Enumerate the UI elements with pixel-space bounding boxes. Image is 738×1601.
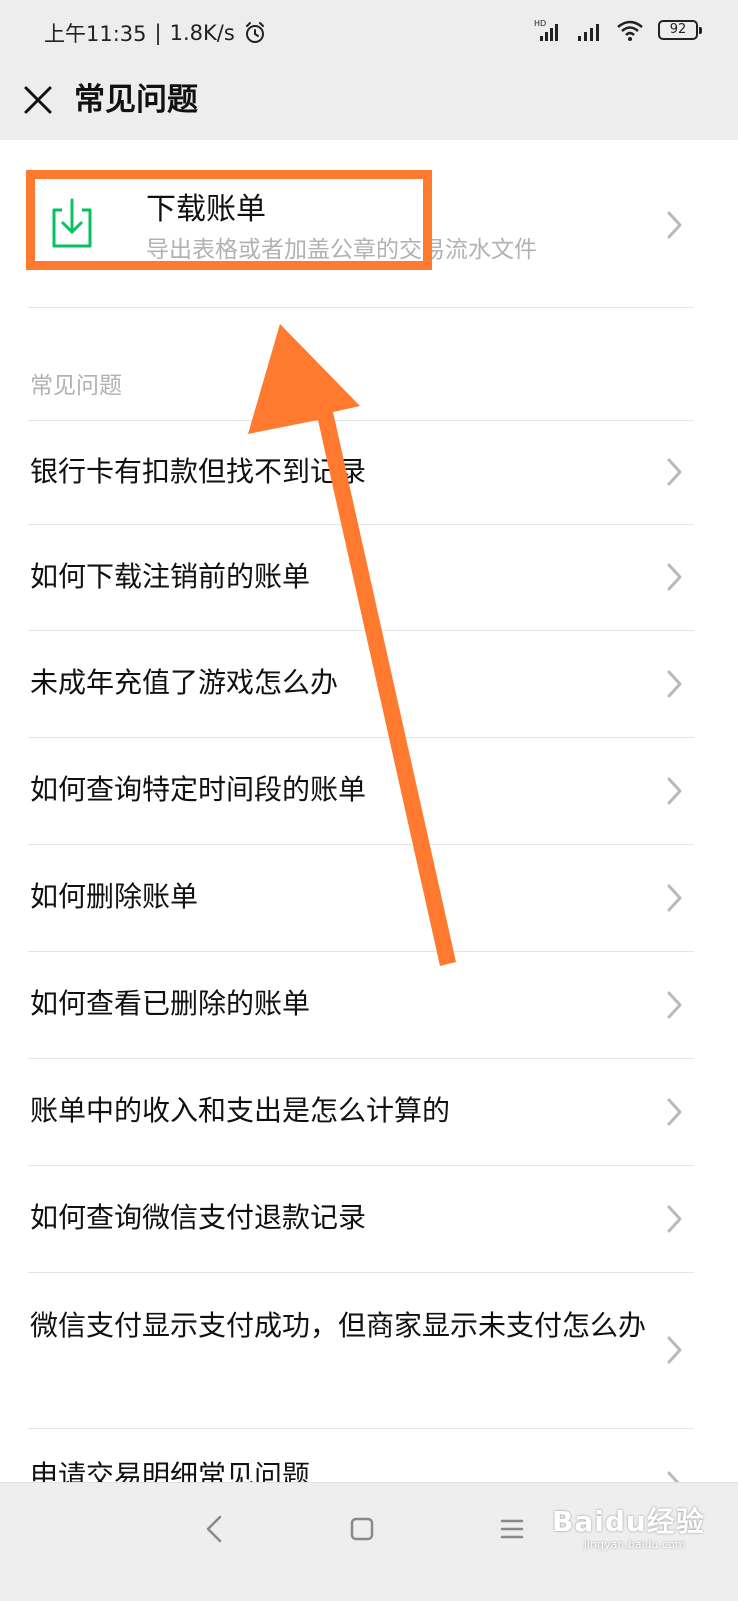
chevron-right-icon <box>667 670 682 698</box>
page-title: 常见问题 <box>74 82 198 118</box>
download-bill-row[interactable]: 下载账单 导出表格或者加盖公章的交易流水文件 <box>0 140 738 308</box>
faq-item-label: 微信支付显示支付成功，但商家显示未支付怎么办 <box>30 1309 647 1342</box>
chevron-right-icon <box>667 1336 682 1364</box>
faq-item[interactable]: 微信支付显示支付成功，但商家显示未支付怎么办 <box>0 1272 738 1428</box>
signal-icon <box>578 24 599 41</box>
faq-item[interactable]: 银行卡有扣款但找不到记录 <box>0 420 738 524</box>
faq-item[interactable]: 如何查询微信支付退款记录 <box>0 1165 738 1272</box>
chevron-right-icon <box>667 884 682 912</box>
close-icon[interactable] <box>16 78 60 122</box>
menu-icon[interactable] <box>492 1509 532 1549</box>
baidu-watermark: Baidu经验 <box>552 1505 705 1538</box>
section-header: 常见问题 <box>30 373 122 399</box>
battery-icon: 92 <box>658 20 702 40</box>
alarm-icon <box>245 22 264 43</box>
faq-item-label: 如何查询特定时间段的账单 <box>30 773 367 806</box>
status-separator: | <box>154 21 162 45</box>
status-time: 上午11:35 <box>44 22 147 46</box>
faq-item-label: 如何查询微信支付退款记录 <box>30 1201 367 1234</box>
baidu-watermark-url: jingyan.baidu.com <box>584 1538 686 1551</box>
faq-item[interactable]: 如何下载注销前的账单 <box>0 524 738 630</box>
faq-item[interactable]: 如何查询特定时间段的账单 <box>0 737 738 844</box>
chevron-right-icon <box>667 563 682 591</box>
status-bar: 上午11:35 | 1.8K/s HD 92 <box>0 0 738 64</box>
faq-item-label: 如何下载注销前的账单 <box>30 560 311 593</box>
chevron-right-icon <box>667 211 682 239</box>
status-right: HD 92 <box>534 18 702 42</box>
faq-item-label: 银行卡有扣款但找不到记录 <box>30 455 367 488</box>
faq-item-label: 申请交易明细常见问题 <box>30 1459 311 1482</box>
chevron-right-icon <box>667 1098 682 1126</box>
faq-item[interactable]: 如何删除账单 <box>0 844 738 951</box>
faq-item[interactable]: 未成年充值了游戏怎么办 <box>0 630 738 737</box>
back-icon[interactable] <box>196 1509 236 1549</box>
faq-item[interactable]: 申请交易明细常见问题 <box>0 1428 738 1482</box>
chevron-right-icon <box>667 777 682 805</box>
home-icon[interactable] <box>342 1509 382 1549</box>
download-bill-title: 下载账单 <box>146 192 266 227</box>
nav-bar: 常见问题 <box>0 64 738 140</box>
faq-item-label: 如何删除账单 <box>30 880 199 913</box>
chevron-right-icon <box>667 991 682 1019</box>
download-bill-subtitle: 导出表格或者加盖公章的交易流水文件 <box>146 237 537 263</box>
hd-label: HD <box>534 19 546 28</box>
wifi-icon <box>617 20 643 41</box>
download-icon <box>52 198 92 248</box>
faq-item-label: 未成年充值了游戏怎么办 <box>30 666 339 699</box>
faq-item-label: 账单中的收入和支出是怎么计算的 <box>30 1094 451 1127</box>
hd-signal-icon: HD <box>534 19 558 41</box>
chevron-right-icon <box>667 1205 682 1233</box>
faq-item[interactable]: 账单中的收入和支出是怎么计算的 <box>0 1058 738 1165</box>
faq-item[interactable]: 如何查看已删除的账单 <box>0 951 738 1058</box>
divider <box>28 307 694 308</box>
chevron-right-icon <box>667 1471 680 1482</box>
status-left: 上午11:35 | 1.8K/s <box>44 18 267 48</box>
faq-item-label: 如何查看已删除的账单 <box>30 987 311 1020</box>
status-speed: 1.8K/s <box>169 21 235 45</box>
chevron-right-icon <box>667 458 682 486</box>
